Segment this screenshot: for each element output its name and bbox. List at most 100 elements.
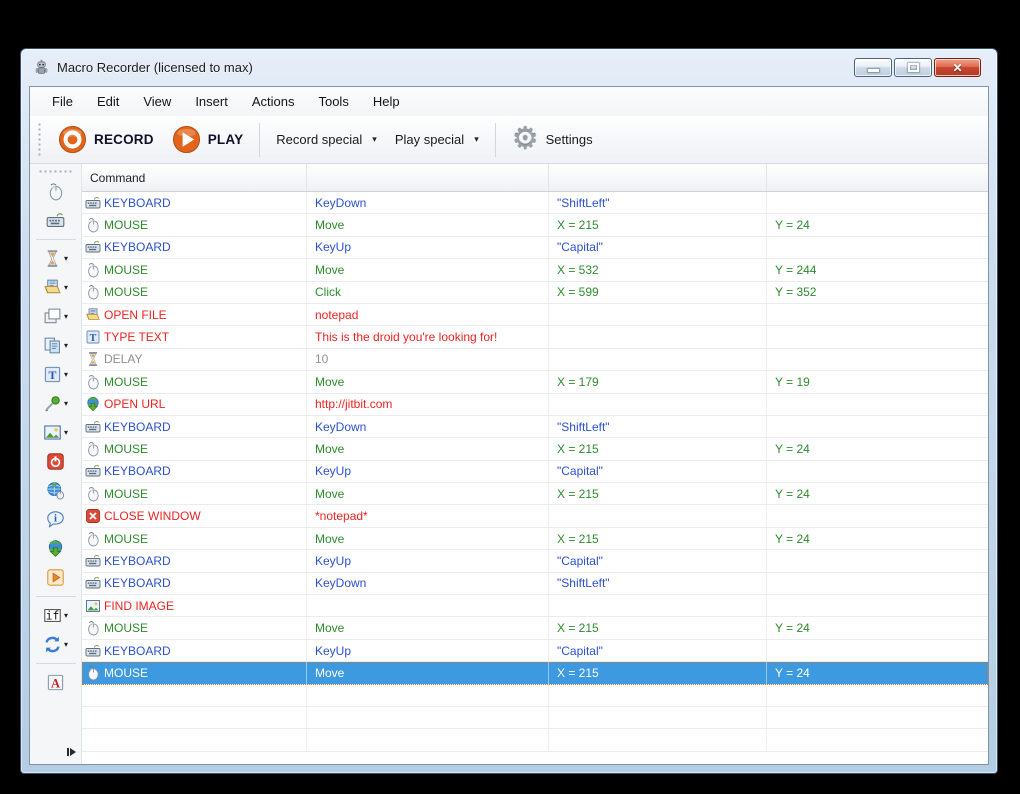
- menu-item-file[interactable]: File: [40, 87, 85, 116]
- mouse-icon: [85, 486, 101, 502]
- sidebar-item-show-message[interactable]: i: [32, 505, 80, 534]
- sidebar-item-web-recording[interactable]: [32, 476, 80, 505]
- title-bar[interactable]: Macro Recorder (licensed to max) ✕: [29, 49, 989, 86]
- chevron-down-icon[interactable]: ▾: [64, 611, 68, 620]
- sidebar-item-insert-keyboard[interactable]: [32, 206, 80, 235]
- menu-item-actions[interactable]: Actions: [240, 87, 307, 116]
- record-special-dropdown[interactable]: Record special ▾: [267, 128, 386, 151]
- chevron-down-icon[interactable]: ▾: [64, 428, 68, 437]
- table-row[interactable]: MOUSE Move X = 215 Y = 24: [82, 483, 988, 506]
- table-row[interactable]: T TYPE TEXT This is the droid you're looki…: [82, 326, 988, 349]
- menu-item-help[interactable]: Help: [361, 87, 412, 116]
- argument-cell: "Capital": [549, 236, 767, 259]
- table-row[interactable]: MOUSE Move X = 215 Y = 24: [82, 438, 988, 461]
- command-label: KEYBOARD: [104, 240, 171, 255]
- table-row[interactable]: KEYBOARD KeyUp "Capital": [82, 639, 988, 663]
- play-button[interactable]: PLAY: [163, 121, 253, 158]
- command-label: KEYBOARD: [104, 576, 171, 591]
- table-row[interactable]: KEYBOARD KeyUp "Capital": [82, 460, 988, 484]
- menu-item-tools[interactable]: Tools: [306, 87, 360, 116]
- mouse-icon: [46, 182, 65, 201]
- table-row[interactable]: KEYBOARD KeyDown "ShiftLeft": [82, 572, 988, 596]
- argument-cell: Y = 24: [775, 486, 810, 501]
- table-row[interactable]: MOUSE Move X = 215 Y = 24: [82, 527, 988, 551]
- chevron-down-icon[interactable]: ▾: [64, 640, 68, 649]
- column-header-col3[interactable]: [767, 164, 988, 191]
- sidebar-item-insert-delay[interactable]: ▾: [32, 244, 80, 273]
- sidebar-item-find-image[interactable]: ▾: [32, 418, 80, 447]
- settings-button[interactable]: ⚙ Settings: [503, 121, 602, 159]
- chevron-down-icon[interactable]: ▾: [64, 370, 68, 379]
- sidebar-grip[interactable]: [37, 169, 74, 174]
- sidebar-item-open-file[interactable]: ▾: [32, 273, 80, 302]
- globeup-icon: [85, 396, 101, 412]
- font-icon: A: [46, 673, 65, 692]
- command-cell: KEYBOARD: [82, 192, 307, 214]
- sidebar-item-shutdown-command[interactable]: [32, 447, 80, 476]
- chevron-down-icon[interactable]: ▾: [64, 341, 68, 350]
- argument-cell: [549, 326, 767, 348]
- menu-item-view[interactable]: View: [131, 87, 183, 116]
- menu-item-edit[interactable]: Edit: [85, 87, 131, 116]
- table-row[interactable]: OPEN FILE notepad: [82, 303, 988, 327]
- table-row-selected[interactable]: MOUSE Move X = 215 Y = 24: [82, 662, 988, 685]
- argument-cell: Move: [307, 371, 549, 393]
- table-row[interactable]: FIND IMAGE: [82, 595, 988, 618]
- play-special-dropdown[interactable]: Play special ▾: [386, 128, 488, 151]
- sidebar-item-open-url[interactable]: [32, 534, 80, 563]
- table-row[interactable]: MOUSE Move X = 215 Y = 24: [82, 214, 988, 237]
- chevron-down-icon: ▾: [372, 134, 377, 144]
- sidebar-item-launch-program[interactable]: [32, 563, 80, 592]
- argument-cell: "Capital": [549, 550, 767, 572]
- argument-cell: [549, 505, 767, 527]
- table-row[interactable]: DELAY 10: [82, 348, 988, 372]
- column-header-col2[interactable]: [549, 164, 767, 191]
- sidebar-item-color-picker[interactable]: ▾: [32, 389, 80, 418]
- chevron-down-icon: ▾: [474, 134, 479, 144]
- table-row[interactable]: CLOSE WINDOW *notepad*: [82, 505, 988, 528]
- svg-text:if: if: [46, 610, 60, 623]
- table-row[interactable]: OPEN URL http://jitbit.com: [82, 393, 988, 416]
- argument-cell: Y = 24: [775, 531, 810, 546]
- sidebar-item-clipboard-command[interactable]: ▾: [32, 331, 80, 360]
- table-row[interactable]: KEYBOARD KeyUp "Capital": [82, 550, 988, 573]
- table-row[interactable]: MOUSE Move X = 215 Y = 24: [82, 617, 988, 640]
- table-row[interactable]: KEYBOARD KeyDown "ShiftLeft": [82, 415, 988, 439]
- table-row[interactable]: KEYBOARD KeyDown "ShiftLeft": [82, 192, 988, 215]
- openfile-icon: [85, 307, 101, 323]
- chevron-down-icon[interactable]: ▾: [64, 399, 68, 408]
- chevron-down-icon[interactable]: ▾: [64, 312, 68, 321]
- argument-cell: "Capital": [549, 460, 767, 483]
- sidebar-item-window-command[interactable]: ▾: [32, 302, 80, 331]
- column-header-command[interactable]: Command: [82, 164, 307, 191]
- argument-cell: X = 179: [549, 371, 767, 393]
- sidebar-item-text-recognition[interactable]: A: [32, 668, 80, 697]
- toolbar-grip[interactable]: [37, 121, 42, 158]
- menu-item-insert[interactable]: Insert: [183, 87, 240, 116]
- sidebar-item-loop-command[interactable]: ▾: [32, 630, 80, 659]
- table-row[interactable]: MOUSE Move X = 532 Y = 244: [82, 259, 988, 282]
- chevron-down-icon[interactable]: ▾: [64, 254, 68, 263]
- maximize-button[interactable]: [894, 58, 932, 77]
- table-row[interactable]: MOUSE Move X = 179 Y = 19: [82, 371, 988, 394]
- close-button[interactable]: ✕: [934, 58, 981, 77]
- chevron-down-icon[interactable]: ▾: [64, 283, 68, 292]
- content-area: ▾ ▾ ▾ ▾ T ▾ ▾ ▾ i if ▾ ▾ A Command KEYBOARD KeyDown "S…: [30, 164, 988, 764]
- table-row[interactable]: MOUSE Click X = 599 Y = 352: [82, 281, 988, 304]
- argument-cell: [767, 595, 988, 616]
- argument-cell: [767, 550, 988, 571]
- table-row[interactable]: KEYBOARD KeyUp "Capital": [82, 236, 988, 260]
- record-button[interactable]: RECORD: [49, 121, 163, 158]
- sidebar-item-insert-mouse[interactable]: [32, 177, 80, 206]
- minimize-button[interactable]: [854, 58, 892, 77]
- sidebar-overflow-button[interactable]: [67, 748, 76, 756]
- empty-cell: [307, 729, 549, 751]
- sidebar-item-if-statement[interactable]: if ▾: [32, 601, 80, 630]
- command-cell: CLOSE WINDOW: [82, 505, 307, 527]
- empty-cell: [549, 729, 767, 751]
- sidebar-item-type-text[interactable]: T ▾: [32, 360, 80, 389]
- argument-cell: Click: [307, 281, 549, 303]
- argument-cell: Y = 19: [775, 374, 810, 389]
- argument-cell: X = 215: [549, 438, 767, 460]
- column-header-col1[interactable]: [307, 164, 549, 191]
